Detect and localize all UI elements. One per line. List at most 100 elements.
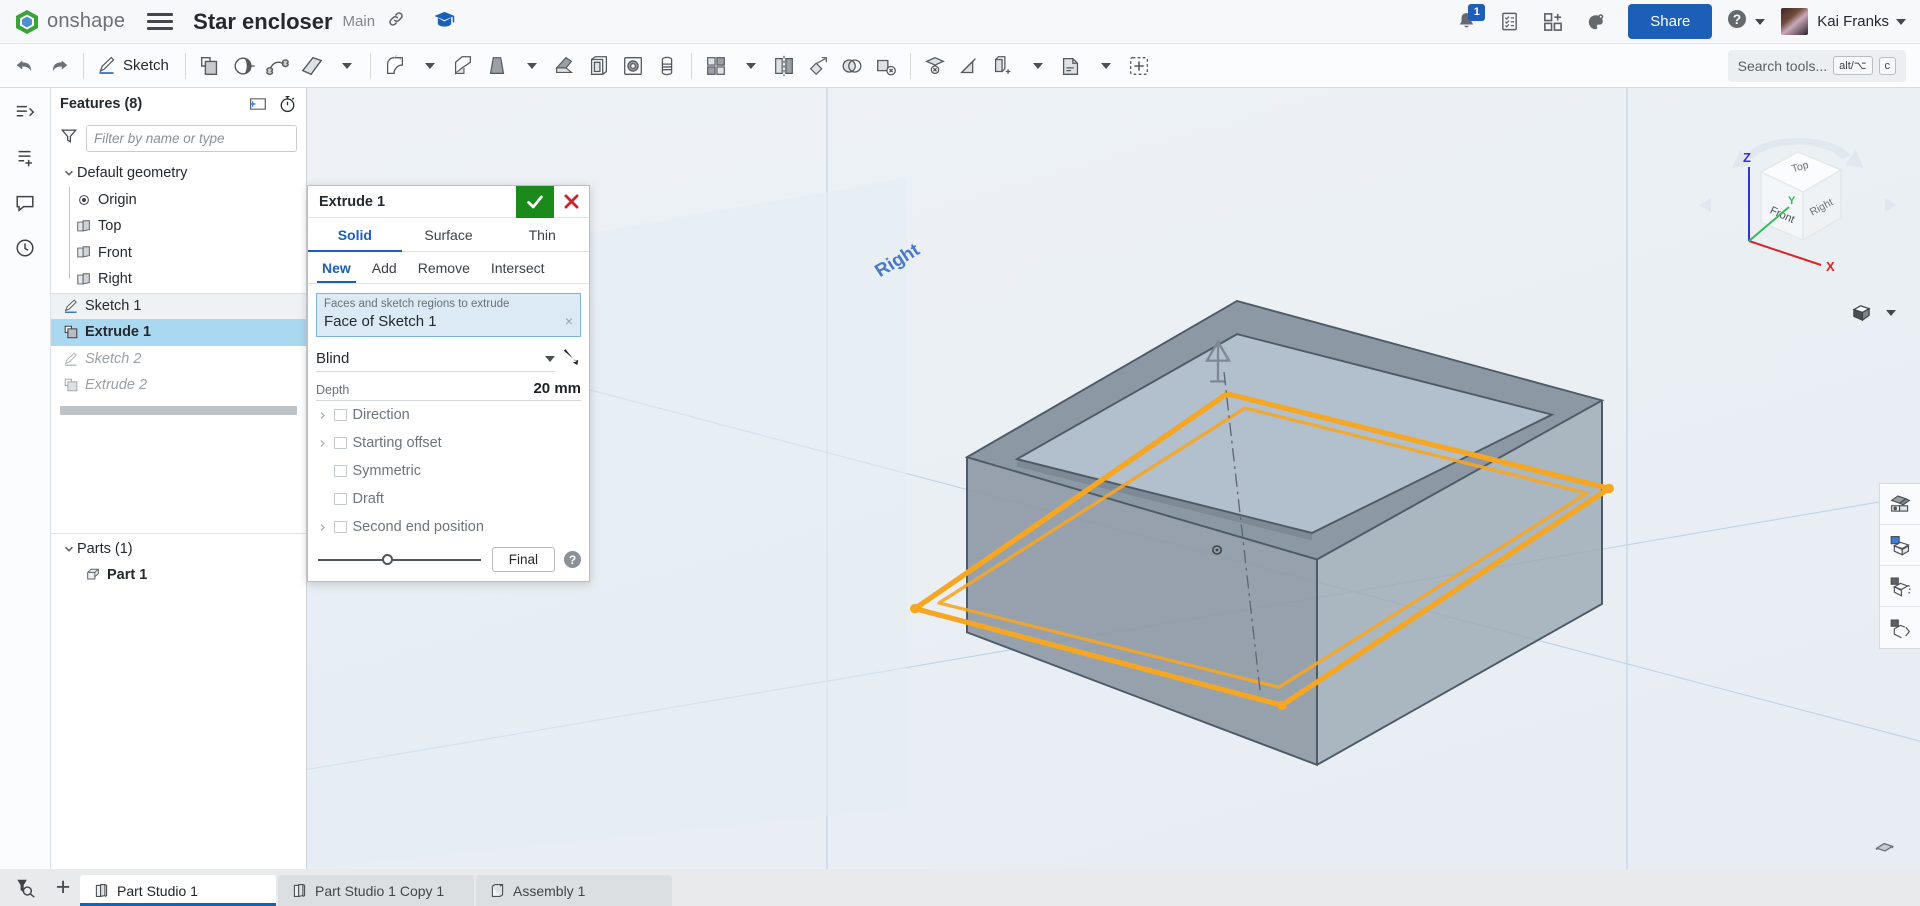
checkbox-draft[interactable] bbox=[334, 492, 347, 506]
tree-item-sketch-2[interactable]: Sketch 2 bbox=[51, 346, 306, 373]
comments-icon[interactable] bbox=[7, 185, 43, 221]
transform-tool-icon[interactable] bbox=[801, 48, 835, 84]
view-orientation-menu[interactable] bbox=[1851, 303, 1896, 322]
add-tab-button[interactable]: + bbox=[46, 869, 80, 906]
document-tab-part-studio-1[interactable]: Part Studio 1 bbox=[80, 875, 276, 906]
document-tab-assembly-1[interactable]: Assembly 1 bbox=[476, 875, 672, 906]
clear-selection-icon[interactable]: × bbox=[565, 313, 573, 329]
slider-knob[interactable] bbox=[382, 554, 393, 565]
shaded-views-icon[interactable] bbox=[1880, 484, 1920, 525]
insert-part-tool-icon[interactable] bbox=[1122, 48, 1156, 84]
pattern-tool-icon[interactable] bbox=[699, 48, 733, 84]
fillet-tool-icon[interactable] bbox=[378, 48, 412, 84]
viewport-footer-icon[interactable] bbox=[1874, 835, 1898, 859]
tree-item-sketch-1[interactable]: Sketch 1 bbox=[51, 292, 306, 319]
option-symmetric[interactable]: Symmetric bbox=[316, 457, 581, 485]
tree-item-origin[interactable]: Origin bbox=[51, 186, 306, 214]
render-view-icon[interactable] bbox=[1880, 566, 1920, 607]
tree-item-right-plane[interactable]: Right bbox=[51, 266, 306, 293]
link-icon[interactable] bbox=[387, 10, 405, 33]
tree-item-extrude-2[interactable]: Extrude 2 bbox=[51, 372, 306, 399]
tab-surface[interactable]: Surface bbox=[402, 218, 496, 251]
variable-tool-icon[interactable] bbox=[1054, 48, 1088, 84]
sweep-tool-icon[interactable] bbox=[261, 48, 295, 84]
filter-funnel-icon[interactable] bbox=[60, 127, 78, 150]
curve-chevron-down-icon[interactable] bbox=[1020, 48, 1054, 84]
feature-list-toggle-icon[interactable] bbox=[7, 95, 43, 131]
onshape-logo-icon[interactable] bbox=[14, 9, 40, 35]
measure-view-icon[interactable] bbox=[1880, 607, 1920, 648]
delete-face-tool-icon[interactable] bbox=[869, 48, 903, 84]
selection-field[interactable]: Faces and sketch regions to extrude Face… bbox=[316, 293, 581, 337]
chevron-right-icon[interactable] bbox=[316, 438, 328, 449]
undo-button[interactable] bbox=[8, 48, 42, 84]
parts-item-part-1[interactable]: Part 1 bbox=[51, 562, 306, 589]
learning-center-icon[interactable] bbox=[433, 9, 456, 35]
boolean-tool-icon[interactable] bbox=[835, 48, 869, 84]
tasks-list-icon[interactable] bbox=[1492, 5, 1526, 39]
sketch-button[interactable]: Sketch bbox=[91, 48, 178, 84]
mirror-tool-icon[interactable] bbox=[767, 48, 801, 84]
operation-intersect[interactable]: Intersect bbox=[486, 252, 550, 283]
new-folder-icon[interactable] bbox=[248, 95, 267, 113]
more-create-chevron-down-icon[interactable] bbox=[329, 48, 363, 84]
option-direction[interactable]: Direction bbox=[316, 401, 581, 429]
final-button[interactable]: Final bbox=[491, 547, 555, 572]
option-starting-offset[interactable]: Starting offset bbox=[316, 429, 581, 457]
checkbox-symmetric[interactable] bbox=[334, 464, 347, 478]
option-second-end-position[interactable]: Second end position bbox=[316, 513, 581, 541]
tab-solid[interactable]: Solid bbox=[308, 218, 402, 252]
depth-value[interactable]: 20 mm bbox=[349, 380, 581, 397]
chamfer-tool-icon[interactable] bbox=[446, 48, 480, 84]
mate-connector-tool-icon[interactable] bbox=[986, 48, 1020, 84]
tab-search-icon[interactable] bbox=[6, 869, 46, 906]
tree-item-extrude-1[interactable]: Extrude 1 bbox=[51, 319, 306, 346]
share-button[interactable]: Share bbox=[1628, 4, 1713, 39]
operation-remove[interactable]: Remove bbox=[413, 252, 475, 283]
help-icon[interactable]: ? bbox=[564, 551, 581, 568]
extrude-dialog[interactable]: Extrude 1 Solid Surface Thin New Add Rem… bbox=[307, 185, 590, 582]
depth-row[interactable]: Depth 20 mm bbox=[316, 380, 581, 401]
fillet-chevron-down-icon[interactable] bbox=[412, 48, 446, 84]
user-chevron-down-icon[interactable] bbox=[1896, 18, 1906, 25]
confirm-button[interactable] bbox=[516, 185, 554, 218]
chevron-down-icon[interactable] bbox=[60, 543, 77, 555]
rib-tool-icon[interactable] bbox=[548, 48, 582, 84]
checkbox-second-end-position[interactable] bbox=[334, 520, 347, 534]
feature-filter-input[interactable]: Filter by name or type bbox=[86, 125, 297, 152]
thread-tool-icon[interactable] bbox=[650, 48, 684, 84]
history-icon[interactable] bbox=[7, 230, 43, 266]
tree-item-top-plane[interactable]: Top bbox=[51, 213, 306, 240]
view-cube[interactable]: Top Front Right Z X Y bbox=[1693, 110, 1903, 280]
shell-tool-icon[interactable] bbox=[582, 48, 616, 84]
section-view-icon[interactable] bbox=[1880, 525, 1920, 566]
rollback-timer-icon[interactable] bbox=[278, 94, 297, 113]
cancel-button[interactable] bbox=[554, 186, 589, 218]
insert-feature-icon[interactable] bbox=[7, 140, 43, 176]
extrude-tool-icon[interactable] bbox=[193, 48, 227, 84]
checkbox-direction[interactable] bbox=[334, 408, 347, 422]
notifications-bell-icon[interactable]: 1 bbox=[1449, 3, 1486, 39]
draft-tool-icon[interactable] bbox=[480, 48, 514, 84]
revolve-tool-icon[interactable] bbox=[227, 48, 261, 84]
help-menu[interactable]: ? bbox=[1726, 8, 1766, 35]
checkbox-starting-offset[interactable] bbox=[334, 436, 347, 450]
menu-hamburger-icon[interactable] bbox=[147, 13, 174, 30]
variable-chevron-down-icon[interactable] bbox=[1088, 48, 1122, 84]
plane-tool-icon[interactable] bbox=[918, 48, 952, 84]
draft-chevron-down-icon[interactable] bbox=[514, 48, 548, 84]
axis-tool-icon[interactable] bbox=[952, 48, 986, 84]
end-condition-dropdown[interactable]: Blind bbox=[316, 346, 555, 372]
flip-direction-icon[interactable] bbox=[561, 347, 581, 372]
operation-add[interactable]: Add bbox=[367, 252, 402, 283]
chevron-down-icon[interactable] bbox=[60, 167, 77, 179]
tab-thin[interactable]: Thin bbox=[495, 218, 589, 251]
avatar[interactable] bbox=[1781, 8, 1809, 35]
redo-button[interactable] bbox=[42, 48, 76, 84]
rollback-bar[interactable] bbox=[60, 405, 297, 415]
pattern-chevron-down-icon[interactable] bbox=[733, 48, 767, 84]
add-app-grid-icon[interactable] bbox=[1535, 5, 1569, 39]
loft-tool-icon[interactable] bbox=[295, 48, 329, 84]
chevron-right-icon[interactable] bbox=[316, 522, 328, 533]
document-tab-part-studio-1-copy-1[interactable]: Part Studio 1 Copy 1 bbox=[278, 875, 474, 906]
